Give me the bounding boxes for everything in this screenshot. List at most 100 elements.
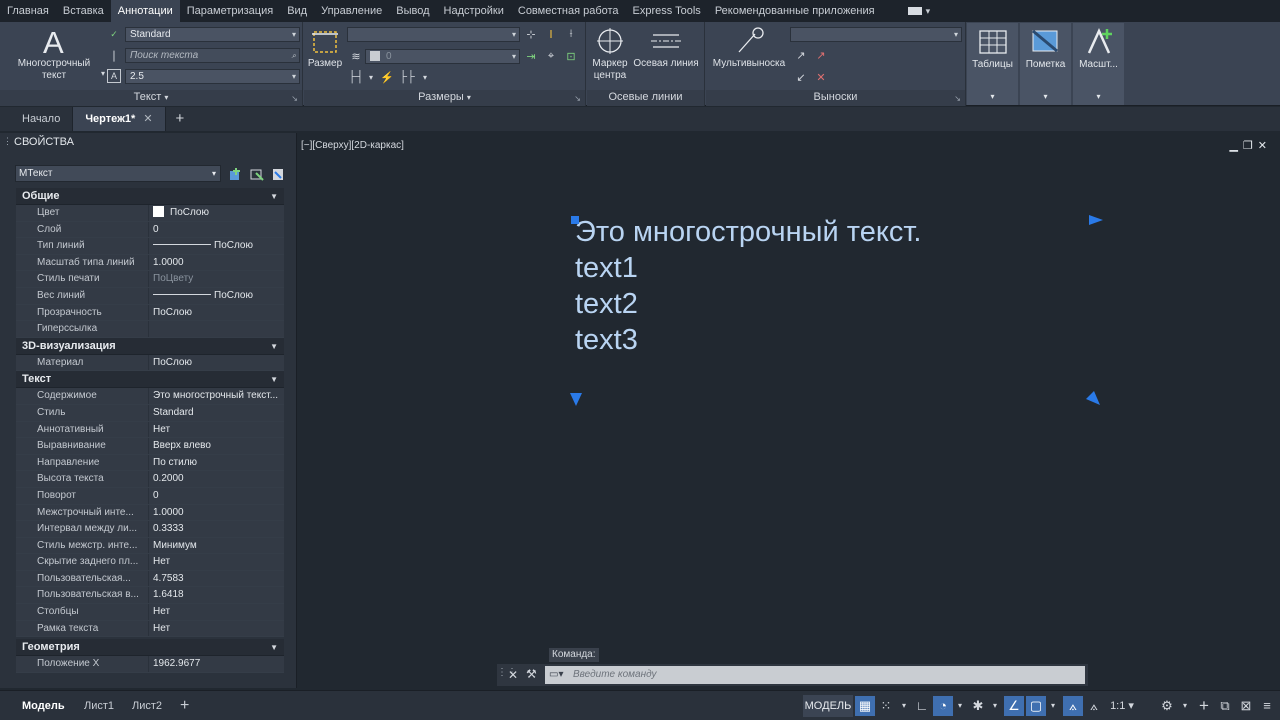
toggle-pickadd-icon[interactable]	[229, 167, 243, 181]
search-text-input[interactable]: Поиск текста ⌕	[125, 48, 300, 63]
menu-tab-annotate[interactable]: Аннотации	[110, 0, 180, 22]
chevron-down-icon[interactable]: ▾	[926, 0, 931, 22]
prop-row-linetype-scale[interactable]: Масштаб типа линий 1.0000	[16, 254, 284, 272]
annotation-visibility-icon[interactable]: ⟑	[1063, 696, 1083, 716]
tab-start[interactable]: Начало	[10, 107, 74, 131]
menu-tab-output[interactable]: Вывод	[389, 0, 436, 22]
tab-model[interactable]: Модель	[22, 695, 65, 717]
menu-tab-manage[interactable]: Управление	[314, 0, 389, 22]
collapse-icon[interactable]: ▼	[270, 639, 278, 656]
command-input[interactable]: ▭▾ Введите команду	[545, 666, 1085, 684]
mtext-button[interactable]: A Многострочный текст	[10, 26, 98, 82]
grip-dots-icon[interactable]: ⋮	[3, 136, 12, 147]
prop-row-linetype[interactable]: Тип линий ПоСлою	[16, 238, 284, 255]
dim-inspect-icon[interactable]: ⟊	[564, 27, 578, 41]
height-grip-arrow-icon[interactable]	[569, 392, 583, 408]
dim-space-icon[interactable]: ⌖	[544, 49, 558, 63]
dim-continue-icon[interactable]: ├┤	[348, 70, 364, 84]
width-grip-arrow-icon[interactable]	[1088, 213, 1104, 227]
mleader-style-select[interactable]: ▾	[790, 27, 962, 42]
section-general[interactable]: Общие ▼	[16, 188, 284, 205]
prop-row-line-spacing-style[interactable]: Стиль межстр. инте... Минимум	[16, 537, 284, 555]
panel-launcher-icon[interactable]: ↘	[574, 94, 581, 103]
annotation-scale-select[interactable]: 1:1 ▾	[1106, 696, 1138, 716]
remove-leader-icon[interactable]: ↗	[814, 48, 828, 62]
auto-scale-icon[interactable]: ⟑	[1084, 696, 1104, 716]
prop-row-line-spacing-factor[interactable]: Межстрочный инте... 1.0000	[16, 504, 284, 522]
center-mark-button[interactable]: Маркер центра	[589, 26, 631, 82]
tables-button[interactable]: Таблицы ▾	[967, 23, 1018, 105]
menu-tab-featured-apps[interactable]: Рекомендованные приложения	[708, 0, 882, 22]
section-geometry[interactable]: Геометрия ▼	[16, 639, 284, 657]
menu-tab-express-tools[interactable]: Express Tools	[626, 0, 708, 22]
find-text-icon[interactable]: ❘	[107, 48, 121, 62]
snap-icon[interactable]: ⁙	[876, 696, 896, 716]
mtext-line-4[interactable]: text3	[575, 324, 638, 357]
new-tab-icon[interactable]: +	[166, 107, 195, 131]
align-leaders-icon[interactable]: ↙	[794, 70, 808, 84]
section-3d[interactable]: 3D-визуализация ▼	[16, 337, 284, 355]
collect-leaders-icon[interactable]: ✕	[814, 70, 828, 84]
menu-tab-parametric[interactable]: Параметризация	[180, 0, 280, 22]
close-icon[interactable]: ✕	[508, 668, 518, 682]
tab-layout1[interactable]: Лист1	[84, 695, 114, 717]
mtext-line-1[interactable]: Это многострочный текст.	[575, 216, 922, 249]
customization-menu-icon[interactable]: ≡	[1257, 696, 1277, 716]
dim-quick-icon[interactable]: ⚡	[380, 70, 394, 84]
mtext-line-3[interactable]: text2	[575, 288, 638, 321]
text-style-select[interactable]: Standard ▾	[125, 27, 300, 42]
tab-drawing[interactable]: Чертеж1* ✕	[73, 107, 166, 131]
prop-row-text-frame[interactable]: Рамка текста Нет	[16, 620, 284, 638]
gear-icon[interactable]: ⚙	[1157, 696, 1177, 716]
annotation-scale-button[interactable]: Масшт... ▾	[1073, 23, 1124, 105]
chevron-down-icon[interactable]: ▾	[1175, 696, 1195, 716]
restore-icon[interactable]: ❐	[1243, 140, 1258, 152]
prop-row-justify[interactable]: Выравнивание Вверх влево	[16, 438, 284, 455]
dimension-button[interactable]: Размер	[306, 28, 344, 70]
hardware-acceleration-icon[interactable]: ⊠	[1236, 696, 1256, 716]
spell-check-icon[interactable]: ✓	[107, 27, 121, 41]
menu-tab-view[interactable]: Вид	[280, 0, 314, 22]
prop-row-lineweight[interactable]: Вес линий ПоСлою	[16, 287, 284, 305]
collapse-icon[interactable]: ▼	[270, 371, 278, 388]
panel-launcher-icon[interactable]: ↘	[291, 94, 298, 103]
corner-grip-arrow-icon[interactable]	[1085, 390, 1101, 406]
model-space-button[interactable]: МОДЕЛЬ	[803, 695, 853, 717]
prop-row-defined-width[interactable]: Пользовательская... 4.7583	[16, 570, 284, 588]
chevron-down-icon[interactable]: ▾	[985, 696, 1005, 716]
prop-row-line-spacing-distance[interactable]: Интервал между ли... 0.3333	[16, 521, 284, 538]
select-objects-icon[interactable]	[250, 167, 264, 181]
add-leader-icon[interactable]: ↗	[794, 48, 808, 62]
command-prompt-icon[interactable]: ▭▾	[549, 666, 563, 684]
close-icon[interactable]: ✕	[143, 113, 152, 125]
dim-style-select[interactable]: ▾	[347, 27, 520, 42]
plus-icon[interactable]: +	[1194, 696, 1214, 716]
object-snap-tracking-icon[interactable]: ∠	[1004, 696, 1024, 716]
mtext-insertion-grip[interactable]	[571, 216, 579, 224]
prop-row-direction[interactable]: Направление По стилю	[16, 454, 284, 472]
prop-row-rotation[interactable]: Поворот 0	[16, 487, 284, 505]
dim-update-icon[interactable]: ⇥	[524, 49, 538, 63]
quick-select-icon[interactable]	[271, 167, 285, 181]
wrench-icon[interactable]: ⚒	[526, 667, 537, 681]
prop-row-background-mask[interactable]: Скрытие заднего пл... Нет	[16, 554, 284, 571]
chevron-down-icon[interactable]: ▾	[950, 696, 970, 716]
menu-tab-addins[interactable]: Надстройки	[437, 0, 511, 22]
palette-grip[interactable]	[0, 133, 8, 688]
prop-row-defined-height[interactable]: Пользовательская в... 1.6418	[16, 587, 284, 605]
prop-row-position-x[interactable]: Положение X 1962.9677	[16, 656, 284, 673]
grid-icon[interactable]: ▦	[855, 696, 875, 716]
prop-row-hyperlink[interactable]: Гиперссылка	[16, 321, 284, 338]
dropdown-arrow-icon[interactable]: ▾	[418, 70, 432, 84]
search-icon[interactable]: ⌕	[292, 49, 296, 62]
tab-layout2[interactable]: Лист2	[132, 695, 162, 717]
dimensions-panel-title[interactable]: Размеры ▾	[304, 90, 585, 106]
prop-row-contents[interactable]: Содержимое Это многострочный текст...	[16, 388, 284, 405]
text-panel-title[interactable]: Текст ▾	[0, 90, 302, 106]
prop-row-color[interactable]: Цвет ПоСлою	[16, 205, 284, 222]
drawing-viewport[interactable]: [−][Сверху][2D-каркас] ▁❐✕ Это многостро…	[298, 133, 1280, 688]
add-layout-icon[interactable]: +	[180, 695, 189, 717]
text-height-select[interactable]: 2.5 ▾	[125, 69, 300, 84]
menu-tab-collaborate[interactable]: Совместная работа	[511, 0, 626, 22]
ribbon-minimize-icon[interactable]	[907, 7, 922, 15]
